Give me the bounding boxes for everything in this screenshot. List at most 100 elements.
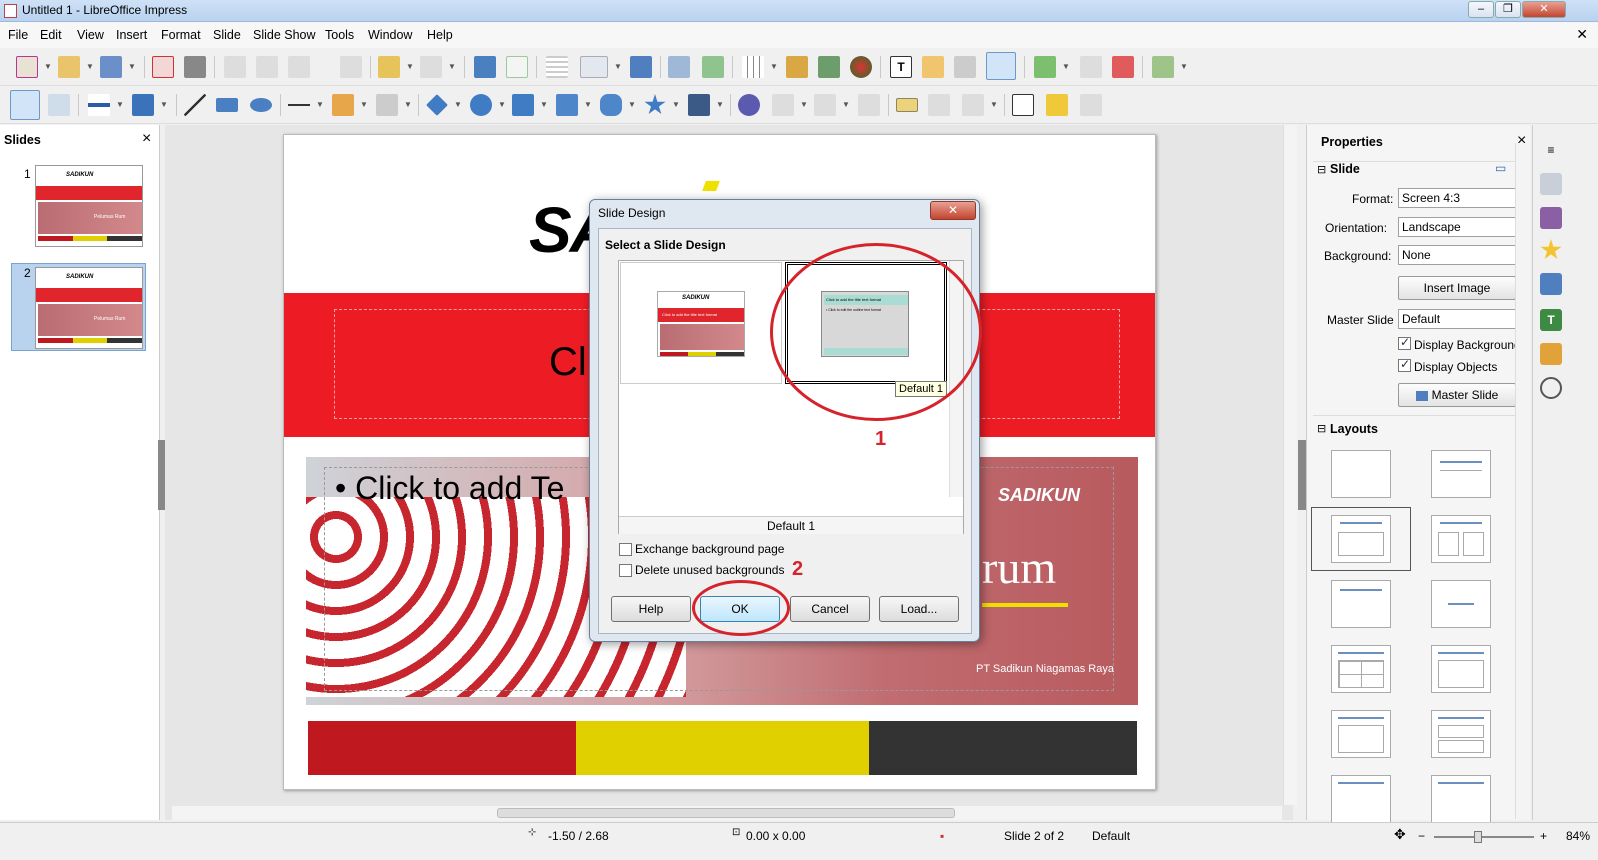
copy-icon[interactable] (256, 56, 278, 78)
chevron-down-icon[interactable]: ▼ (1062, 62, 1070, 71)
duplicate-slide-icon[interactable] (1080, 56, 1102, 78)
flowchart-icon[interactable] (556, 94, 578, 116)
curve-icon[interactable] (332, 94, 354, 116)
exchange-background-checkbox[interactable] (619, 543, 632, 556)
start-first-slide-icon[interactable] (668, 56, 690, 78)
dialog-close-button[interactable]: ✕ (930, 201, 976, 220)
layout-title-two-content[interactable] (1431, 515, 1491, 563)
3d-objects-icon[interactable] (688, 94, 710, 116)
layout-title-slide[interactable] (1331, 580, 1391, 628)
rectangle-icon[interactable] (216, 98, 238, 112)
collapse-slide-section-icon[interactable]: ⊟ (1317, 163, 1326, 176)
arrange-icon[interactable] (814, 94, 836, 116)
menu-tools[interactable]: Tools (325, 28, 354, 42)
text-box-icon[interactable]: T (890, 56, 912, 78)
chevron-down-icon[interactable]: ▼ (584, 100, 592, 109)
styles-icon[interactable]: T (1540, 309, 1562, 331)
chevron-down-icon[interactable]: ▼ (448, 62, 456, 71)
chevron-down-icon[interactable]: ▼ (1180, 62, 1188, 71)
chevron-down-icon[interactable]: ▼ (44, 62, 52, 71)
chevron-down-icon[interactable]: ▼ (316, 100, 324, 109)
slide-thumbnail-1[interactable]: SADIKUN Pelumas Rum (35, 165, 143, 247)
master-slide-icon[interactable] (630, 56, 652, 78)
zoom-icon[interactable] (48, 94, 70, 116)
fontwork-icon[interactable] (922, 56, 944, 78)
block-arrows-icon[interactable] (512, 94, 534, 116)
basic-shapes-icon[interactable] (426, 94, 448, 116)
align-icon[interactable] (772, 94, 794, 116)
menu-format[interactable]: Format (161, 28, 201, 42)
master-slide-select[interactable]: Default (1398, 309, 1516, 329)
save-icon[interactable] (100, 56, 122, 78)
layout-title-content-2content[interactable] (1431, 645, 1491, 693)
start-current-slide-icon[interactable] (702, 56, 724, 78)
chevron-down-icon[interactable]: ▼ (498, 100, 506, 109)
background-select[interactable]: None (1398, 245, 1516, 265)
chevron-down-icon[interactable]: ▼ (770, 62, 778, 71)
chevron-down-icon[interactable]: ▼ (800, 100, 808, 109)
delete-unused-checkbox[interactable] (619, 564, 632, 577)
delete-slide-icon[interactable] (1112, 56, 1134, 78)
properties-scrollbar[interactable] (1515, 143, 1529, 819)
insert-image-button[interactable]: Insert Image (1398, 276, 1516, 300)
gallery-icon[interactable] (1540, 343, 1562, 365)
display-objects-checkbox[interactable] (1398, 357, 1411, 372)
new-document-icon[interactable] (16, 56, 38, 78)
zoom-in-button[interactable]: + (1540, 829, 1547, 843)
menu-file[interactable]: File (8, 28, 28, 42)
chevron-down-icon[interactable]: ▼ (86, 62, 94, 71)
fill-color-icon[interactable] (132, 94, 154, 116)
chevron-down-icon[interactable]: ▼ (628, 100, 636, 109)
load-button[interactable]: Load... (879, 596, 959, 622)
layout-title-2content-content[interactable] (1331, 645, 1391, 693)
maximize-button[interactable]: ❐ (1495, 1, 1521, 18)
vertical-scrollbar[interactable] (1283, 125, 1297, 805)
chevron-down-icon[interactable]: ▼ (360, 100, 368, 109)
rotate-icon[interactable] (738, 94, 760, 116)
master-slide-button[interactable]: Master Slide (1398, 383, 1516, 407)
layout-title-4content[interactable] (1331, 775, 1391, 823)
clone-formatting-icon[interactable] (340, 56, 362, 78)
points-icon[interactable] (1012, 94, 1034, 116)
sidebar-splitter-handle[interactable] (1298, 440, 1306, 510)
collapse-layouts-section-icon[interactable]: ⊟ (1317, 422, 1326, 435)
menu-insert[interactable]: Insert (116, 28, 147, 42)
zoom-slider-handle[interactable] (1474, 831, 1482, 843)
image-icon[interactable] (786, 56, 808, 78)
layout-centered-text[interactable] (1431, 580, 1491, 628)
select-arrow-icon[interactable] (10, 90, 40, 120)
find-replace-icon[interactable] (474, 56, 496, 78)
chevron-down-icon[interactable]: ▼ (406, 62, 414, 71)
zoom-out-button[interactable]: − (1418, 829, 1425, 843)
menu-edit[interactable]: Edit (40, 28, 62, 42)
chevron-down-icon[interactable]: ▼ (116, 100, 124, 109)
navigator-compass-icon[interactable] (1540, 377, 1562, 399)
animation-star-icon[interactable] (1540, 239, 1562, 260)
zoom-slider-track[interactable] (1434, 831, 1534, 843)
menu-view[interactable]: View (77, 28, 104, 42)
distribute-icon[interactable] (858, 94, 880, 116)
table-icon[interactable] (742, 56, 764, 78)
menu-slide[interactable]: Slide (213, 28, 241, 42)
layout-title-6content[interactable] (1431, 775, 1491, 823)
master-slides-icon[interactable] (1540, 273, 1562, 295)
filter-icon[interactable] (962, 94, 984, 116)
properties-wrench-icon[interactable] (1540, 173, 1562, 195)
slide-section-more-icon[interactable]: ▭ (1495, 161, 1506, 175)
chevron-down-icon[interactable]: ▼ (160, 100, 168, 109)
chevron-down-icon[interactable]: ▼ (454, 100, 462, 109)
cancel-button[interactable]: Cancel (790, 596, 870, 622)
slide-thumbnail-2[interactable]: SADIKUN Pelumas Rum (35, 267, 143, 349)
chevron-down-icon[interactable]: ▼ (990, 100, 998, 109)
hyperlink-icon[interactable] (954, 56, 976, 78)
crop-icon[interactable] (928, 94, 950, 116)
grid-icon[interactable] (546, 56, 568, 78)
chevron-down-icon[interactable]: ▼ (404, 100, 412, 109)
glue-points-icon[interactable] (1046, 94, 1068, 116)
menu-slide-show[interactable]: Slide Show (253, 28, 316, 42)
window-close-button[interactable]: ✕ (1522, 1, 1566, 18)
display-background-checkbox[interactable] (1398, 335, 1411, 350)
open-folder-icon[interactable] (58, 56, 80, 78)
layout-blank[interactable] (1331, 450, 1391, 498)
stars-icon[interactable] (644, 94, 666, 115)
